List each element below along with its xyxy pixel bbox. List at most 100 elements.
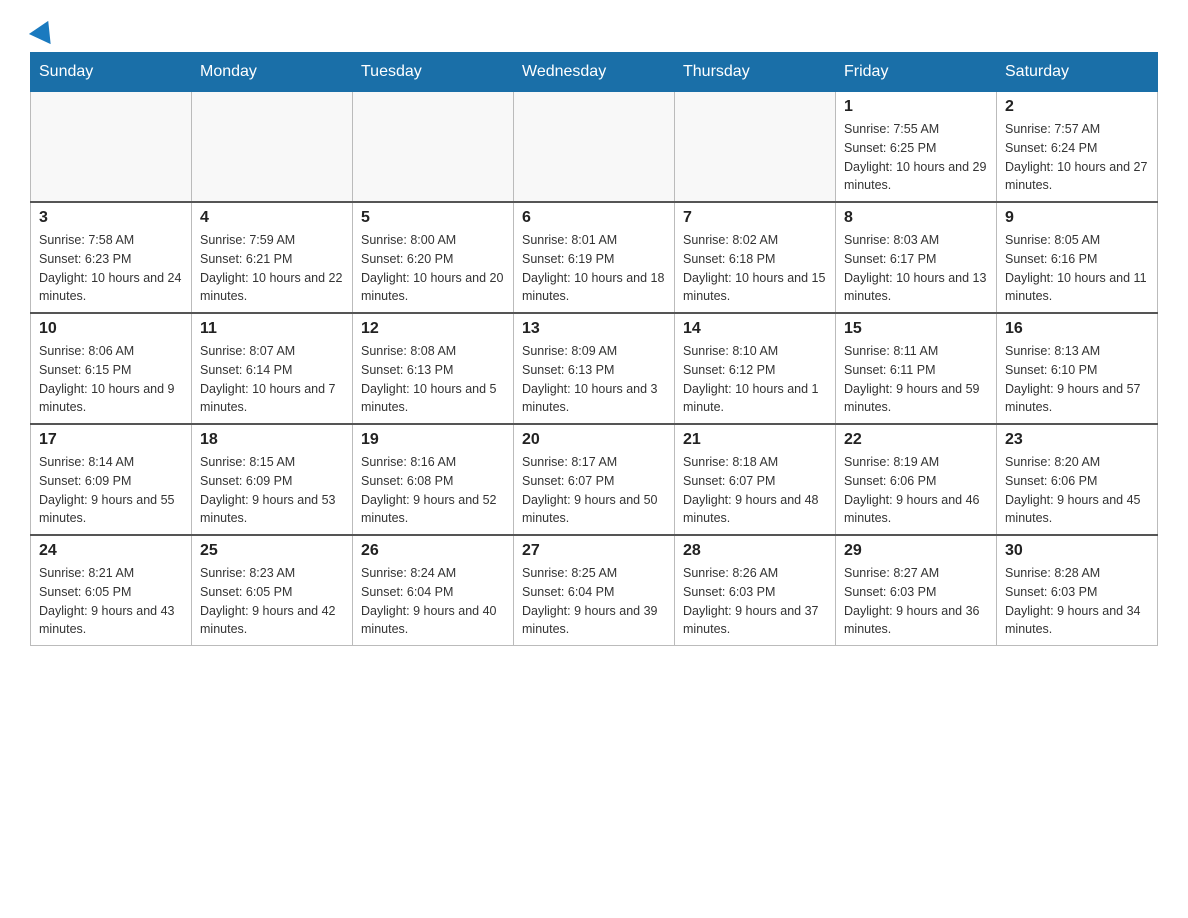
day-number: 10 <box>39 320 183 338</box>
calendar-cell: 25Sunrise: 8:23 AMSunset: 6:05 PMDayligh… <box>192 535 353 646</box>
calendar-table: SundayMondayTuesdayWednesdayThursdayFrid… <box>30 52 1158 646</box>
day-header-thursday: Thursday <box>675 53 836 92</box>
day-header-saturday: Saturday <box>997 53 1158 92</box>
day-number: 16 <box>1005 320 1149 338</box>
day-number: 26 <box>361 542 505 560</box>
calendar-cell <box>192 92 353 203</box>
day-number: 15 <box>844 320 988 338</box>
calendar-cell: 21 Sunrise: 8:18 AMSunset: 6:07 PMDayligh… <box>675 424 836 535</box>
day-number: 3 <box>39 209 183 227</box>
logo-triangle-icon <box>29 16 59 44</box>
day-info: Sunrise: 8:21 AMSunset: 6:05 PMDaylight:… <box>39 564 183 639</box>
day-number: 21 <box>683 431 827 449</box>
day-number: 6 <box>522 209 666 227</box>
calendar-cell: 10 Sunrise: 8:06 AMSunset: 6:15 PMDayligh… <box>31 313 192 424</box>
day-info: Sunrise: 8:23 AMSunset: 6:05 PMDaylight:… <box>200 564 344 639</box>
calendar-week-row: 1 Sunrise: 7:55 AMSunset: 6:25 PMDaylight… <box>31 92 1158 203</box>
day-info: Sunrise: 8:06 AMSunset: 6:15 PMDaylight:… <box>39 342 183 417</box>
day-info: Sunrise: 8:25 AMSunset: 6:04 PMDaylight:… <box>522 564 666 639</box>
day-info: Sunrise: 7:58 AMSunset: 6:23 PMDaylight:… <box>39 231 183 306</box>
day-number: 11 <box>200 320 344 338</box>
calendar-cell: 14 Sunrise: 8:10 AMSunset: 6:12 PMDayligh… <box>675 313 836 424</box>
calendar-cell: 22Sunrise: 8:19 AMSunset: 6:06 PMDayligh… <box>836 424 997 535</box>
day-header-friday: Friday <box>836 53 997 92</box>
calendar-cell: 1 Sunrise: 7:55 AMSunset: 6:25 PMDaylight… <box>836 92 997 203</box>
day-number: 8 <box>844 209 988 227</box>
day-number: 7 <box>683 209 827 227</box>
logo <box>30 20 58 36</box>
day-info: Sunrise: 8:17 AMSunset: 6:07 PMDaylight:… <box>522 453 666 528</box>
day-number: 17 <box>39 431 183 449</box>
calendar-cell <box>514 92 675 203</box>
day-info: Sunrise: 8:14 AMSunset: 6:09 PMDaylight:… <box>39 453 183 528</box>
calendar-cell: 2 Sunrise: 7:57 AMSunset: 6:24 PMDaylight… <box>997 92 1158 203</box>
day-info: Sunrise: 8:05 AMSunset: 6:16 PMDaylight:… <box>1005 231 1149 306</box>
day-info: Sunrise: 8:24 AMSunset: 6:04 PMDaylight:… <box>361 564 505 639</box>
calendar-cell: 17 Sunrise: 8:14 AMSunset: 6:09 PMDayligh… <box>31 424 192 535</box>
day-info: Sunrise: 8:08 AMSunset: 6:13 PMDaylight:… <box>361 342 505 417</box>
day-number: 13 <box>522 320 666 338</box>
day-info: Sunrise: 7:57 AMSunset: 6:24 PMDaylight:… <box>1005 120 1149 195</box>
day-info: Sunrise: 8:10 AMSunset: 6:12 PMDaylight:… <box>683 342 827 417</box>
day-info: Sunrise: 8:15 AMSunset: 6:09 PMDaylight:… <box>200 453 344 528</box>
day-number: 20 <box>522 431 666 449</box>
day-number: 5 <box>361 209 505 227</box>
day-info: Sunrise: 7:55 AMSunset: 6:25 PMDaylight:… <box>844 120 988 195</box>
calendar-cell <box>353 92 514 203</box>
calendar-cell: 8 Sunrise: 8:03 AMSunset: 6:17 PMDaylight… <box>836 202 997 313</box>
calendar-week-row: 3 Sunrise: 7:58 AMSunset: 6:23 PMDaylight… <box>31 202 1158 313</box>
calendar-cell: 11Sunrise: 8:07 AMSunset: 6:14 PMDayligh… <box>192 313 353 424</box>
calendar-cell <box>675 92 836 203</box>
calendar-cell: 5 Sunrise: 8:00 AMSunset: 6:20 PMDaylight… <box>353 202 514 313</box>
calendar-cell: 28 Sunrise: 8:26 AMSunset: 6:03 PMDayligh… <box>675 535 836 646</box>
calendar-cell: 26 Sunrise: 8:24 AMSunset: 6:04 PMDayligh… <box>353 535 514 646</box>
day-number: 1 <box>844 98 988 116</box>
day-info: Sunrise: 8:13 AMSunset: 6:10 PMDaylight:… <box>1005 342 1149 417</box>
calendar-cell: 19 Sunrise: 8:16 AMSunset: 6:08 PMDayligh… <box>353 424 514 535</box>
day-header-monday: Monday <box>192 53 353 92</box>
calendar-cell: 27 Sunrise: 8:25 AMSunset: 6:04 PMDayligh… <box>514 535 675 646</box>
day-info: Sunrise: 8:20 AMSunset: 6:06 PMDaylight:… <box>1005 453 1149 528</box>
day-number: 19 <box>361 431 505 449</box>
day-info: Sunrise: 7:59 AMSunset: 6:21 PMDaylight:… <box>200 231 344 306</box>
day-info: Sunrise: 8:02 AMSunset: 6:18 PMDaylight:… <box>683 231 827 306</box>
calendar-cell: 12 Sunrise: 8:08 AMSunset: 6:13 PMDayligh… <box>353 313 514 424</box>
calendar-header-row: SundayMondayTuesdayWednesdayThursdayFrid… <box>31 53 1158 92</box>
day-number: 23 <box>1005 431 1149 449</box>
day-header-wednesday: Wednesday <box>514 53 675 92</box>
day-info: Sunrise: 8:11 AMSunset: 6:11 PMDaylight:… <box>844 342 988 417</box>
calendar-cell: 30 Sunrise: 8:28 AMSunset: 6:03 PMDayligh… <box>997 535 1158 646</box>
day-info: Sunrise: 8:16 AMSunset: 6:08 PMDaylight:… <box>361 453 505 528</box>
calendar-cell <box>31 92 192 203</box>
day-number: 29 <box>844 542 988 560</box>
calendar-cell: 24Sunrise: 8:21 AMSunset: 6:05 PMDayligh… <box>31 535 192 646</box>
day-number: 27 <box>522 542 666 560</box>
day-info: Sunrise: 8:01 AMSunset: 6:19 PMDaylight:… <box>522 231 666 306</box>
calendar-cell: 29 Sunrise: 8:27 AMSunset: 6:03 PMDayligh… <box>836 535 997 646</box>
calendar-cell: 23 Sunrise: 8:20 AMSunset: 6:06 PMDayligh… <box>997 424 1158 535</box>
page-header <box>30 20 1158 36</box>
day-info: Sunrise: 8:27 AMSunset: 6:03 PMDaylight:… <box>844 564 988 639</box>
calendar-cell: 16 Sunrise: 8:13 AMSunset: 6:10 PMDayligh… <box>997 313 1158 424</box>
calendar-week-row: 10 Sunrise: 8:06 AMSunset: 6:15 PMDayligh… <box>31 313 1158 424</box>
calendar-cell: 6 Sunrise: 8:01 AMSunset: 6:19 PMDaylight… <box>514 202 675 313</box>
calendar-cell: 3 Sunrise: 7:58 AMSunset: 6:23 PMDaylight… <box>31 202 192 313</box>
day-number: 22 <box>844 431 988 449</box>
day-number: 2 <box>1005 98 1149 116</box>
calendar-cell: 7 Sunrise: 8:02 AMSunset: 6:18 PMDaylight… <box>675 202 836 313</box>
day-number: 14 <box>683 320 827 338</box>
calendar-cell: 4 Sunrise: 7:59 AMSunset: 6:21 PMDaylight… <box>192 202 353 313</box>
day-info: Sunrise: 8:28 AMSunset: 6:03 PMDaylight:… <box>1005 564 1149 639</box>
day-number: 12 <box>361 320 505 338</box>
day-info: Sunrise: 8:26 AMSunset: 6:03 PMDaylight:… <box>683 564 827 639</box>
calendar-cell: 20 Sunrise: 8:17 AMSunset: 6:07 PMDayligh… <box>514 424 675 535</box>
calendar-week-row: 17 Sunrise: 8:14 AMSunset: 6:09 PMDayligh… <box>31 424 1158 535</box>
calendar-week-row: 24Sunrise: 8:21 AMSunset: 6:05 PMDayligh… <box>31 535 1158 646</box>
day-info: Sunrise: 8:18 AMSunset: 6:07 PMDaylight:… <box>683 453 827 528</box>
day-number: 30 <box>1005 542 1149 560</box>
day-info: Sunrise: 8:03 AMSunset: 6:17 PMDaylight:… <box>844 231 988 306</box>
day-number: 4 <box>200 209 344 227</box>
day-info: Sunrise: 8:00 AMSunset: 6:20 PMDaylight:… <box>361 231 505 306</box>
day-number: 28 <box>683 542 827 560</box>
day-header-sunday: Sunday <box>31 53 192 92</box>
